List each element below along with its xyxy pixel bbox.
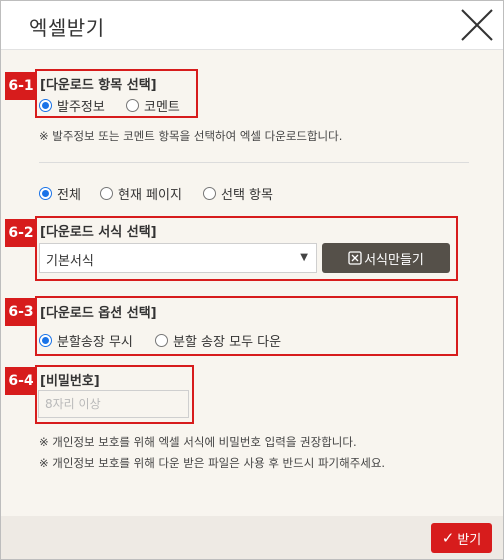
dropdown-arrow-icon: ▼ bbox=[300, 252, 308, 263]
radio-range-all-indicator bbox=[39, 187, 52, 200]
annotation-tag-6-3: 6-3 bbox=[5, 298, 37, 326]
dialog-header: 엑셀받기 bbox=[1, 1, 503, 50]
make-format-button[interactable]: 서식만들기 bbox=[322, 243, 450, 273]
annotation-tag-6-2: 6-2 bbox=[5, 219, 37, 247]
item-select-title: [다운로드 항목 선택] bbox=[40, 78, 157, 93]
format-select-title: [다운로드 서식 선택] bbox=[40, 225, 157, 240]
format-select-value: 기본서식 bbox=[46, 254, 94, 269]
option-select-title: [다운로드 옵션 선택] bbox=[40, 306, 157, 321]
radio-comment-indicator bbox=[126, 99, 139, 112]
excel-icon bbox=[348, 251, 362, 265]
radio-split-ignore[interactable]: 분할송장 무시 bbox=[39, 331, 133, 350]
radio-range-selected[interactable]: 선택 항목 bbox=[203, 184, 273, 203]
radio-range-current-page-label: 현재 페이지 bbox=[118, 188, 182, 203]
dialog-title: 엑셀받기 bbox=[29, 16, 105, 40]
radio-range-current-page-indicator bbox=[100, 187, 113, 200]
privacy-note-2: ※ 개인정보 보호를 위해 다운 받은 파일은 사용 후 반드시 파기해주세요. bbox=[39, 456, 386, 470]
radio-order-info-indicator bbox=[39, 99, 52, 112]
check-icon: ✓ bbox=[441, 529, 455, 547]
receive-button[interactable]: ✓ 받기 bbox=[431, 523, 492, 553]
radio-range-selected-indicator bbox=[203, 187, 216, 200]
radio-range-all-label: 전체 bbox=[57, 188, 81, 203]
annotation-tag-6-4: 6-4 bbox=[5, 367, 37, 395]
radio-comment[interactable]: 코멘트 bbox=[126, 96, 180, 115]
make-format-label: 서식만들기 bbox=[364, 252, 424, 268]
close-icon[interactable] bbox=[459, 7, 495, 43]
item-note: ※ 발주정보 또는 코멘트 항목을 선택하여 엑셀 다운로드합니다. bbox=[39, 129, 343, 143]
radio-order-info-label: 발주정보 bbox=[57, 100, 105, 115]
radio-comment-label: 코멘트 bbox=[144, 100, 180, 115]
radio-split-ignore-indicator bbox=[39, 334, 52, 347]
radio-split-all[interactable]: 분할 송장 모두 다운 bbox=[155, 331, 281, 350]
radio-range-selected-label: 선택 항목 bbox=[221, 188, 273, 203]
privacy-note-1: ※ 개인정보 보호를 위해 엑셀 서식에 비밀번호 입력을 권장합니다. bbox=[39, 435, 357, 449]
receive-button-label: 받기 bbox=[457, 532, 482, 548]
annotation-tag-6-1: 6-1 bbox=[5, 72, 37, 100]
password-input[interactable] bbox=[38, 390, 189, 418]
radio-range-current-page[interactable]: 현재 페이지 bbox=[100, 184, 182, 203]
radio-split-all-indicator bbox=[155, 334, 168, 347]
format-select[interactable]: 기본서식 ▼ bbox=[39, 243, 317, 273]
radio-order-info[interactable]: 발주정보 bbox=[39, 96, 105, 115]
radio-split-all-label: 분할 송장 모두 다운 bbox=[173, 335, 282, 350]
radio-split-ignore-label: 분할송장 무시 bbox=[57, 335, 133, 350]
excel-download-dialog: 엑셀받기 6-1 [다운로드 항목 선택] 발주정보 코멘트 ※ 발주정보 또는… bbox=[0, 0, 504, 560]
divider bbox=[39, 162, 469, 163]
dialog-footer bbox=[1, 516, 503, 559]
password-title: [비밀번호] bbox=[40, 374, 100, 389]
radio-range-all[interactable]: 전체 bbox=[39, 184, 81, 203]
